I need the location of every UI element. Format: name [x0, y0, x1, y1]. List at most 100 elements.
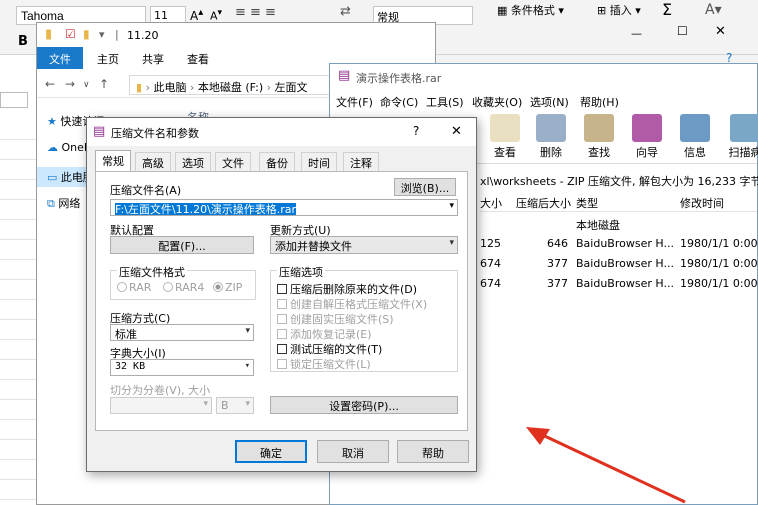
- forward-icon[interactable]: →: [65, 77, 75, 91]
- format-rar4-radio[interactable]: RAR4: [163, 281, 204, 294]
- tab-advanced[interactable]: 高级: [135, 152, 171, 172]
- solid-checkbox[interactable]: 创建固实压缩文件(S): [277, 311, 394, 327]
- update-mode-select[interactable]: 添加并替换文件 ▾: [270, 236, 458, 254]
- nav-network[interactable]: ⧉ 网络: [47, 195, 80, 211]
- qat-dropdown-icon[interactable]: ▾: [99, 28, 105, 41]
- tab-time[interactable]: 时间: [301, 152, 337, 172]
- up-icon[interactable]: ↑: [99, 77, 109, 91]
- table-row[interactable]: 674 377 BaiduBrowser H... 1980/1/1 0:00: [480, 254, 758, 274]
- back-icon[interactable]: ←: [45, 77, 55, 91]
- split-size-select[interactable]: ▾: [110, 397, 212, 414]
- breadcrumb-folder[interactable]: 左面文: [275, 81, 308, 94]
- tab-backup[interactable]: 备份: [259, 152, 295, 172]
- dialog-titlebar: ▤ 压缩文件名和参数 ? ✕: [87, 118, 476, 146]
- menu-help[interactable]: 帮助(H): [580, 94, 619, 110]
- font-shrink-icon[interactable]: A▾: [210, 7, 222, 23]
- scan-button[interactable]: 扫描病: [720, 112, 758, 164]
- insert-button[interactable]: ⊞ 插入 ▾: [597, 2, 641, 18]
- view-button[interactable]: 查看: [480, 112, 530, 164]
- minimize-icon[interactable]: —: [631, 27, 642, 40]
- dialog-title: 压缩文件名和参数: [111, 127, 199, 140]
- file-list-header: 大小 压缩后大小 类型 修改时间: [480, 192, 757, 212]
- close-icon[interactable]: ✕: [715, 24, 726, 39]
- menu-command[interactable]: 命令(C): [380, 94, 418, 110]
- breadcrumb-pc[interactable]: 此电脑: [153, 81, 186, 94]
- winrar-titlebar: ▤ 演示操作表格.rar: [330, 64, 757, 88]
- find-button[interactable]: 查找: [574, 112, 624, 164]
- profiles-button[interactable]: 配置(F)...: [110, 236, 254, 254]
- format-rar-radio[interactable]: RAR: [117, 281, 151, 294]
- menu-tools[interactable]: 工具(S): [426, 94, 464, 110]
- folder-icon: ▮: [45, 27, 53, 42]
- table-row[interactable]: 674 377 BaiduBrowser H... 1980/1/1 0:00: [480, 274, 758, 294]
- set-password-button[interactable]: 设置密码(P)...: [270, 396, 458, 414]
- tab-options[interactable]: 选项: [175, 152, 211, 172]
- general-panel: 压缩文件名(A) 浏览(B)... F:\左面文件\11.20\演示操作表格.r…: [95, 171, 468, 431]
- monitor-icon: ▭: [47, 171, 58, 184]
- properties-icon[interactable]: ☑: [65, 27, 76, 41]
- autosum-icon[interactable]: Σ: [662, 0, 672, 19]
- delete-button[interactable]: 删除: [526, 112, 576, 164]
- wrap-icon[interactable]: ⇄: [340, 4, 351, 19]
- test-checkbox[interactable]: 测试压缩的文件(T): [277, 341, 382, 357]
- recovery-checkbox[interactable]: 添加恢复记录(E): [277, 326, 372, 342]
- winrar-icon: ▤: [338, 68, 351, 83]
- lock-checkbox[interactable]: 锁定压缩文件(L): [277, 356, 371, 372]
- col-type[interactable]: 类型: [576, 195, 598, 211]
- dictionary-select[interactable]: 32 KB ▾: [110, 359, 254, 376]
- dialog-close-icon[interactable]: ✕: [451, 124, 462, 139]
- delete-icon: [536, 114, 566, 142]
- col-modified[interactable]: 修改时间: [680, 195, 724, 211]
- col-size[interactable]: 大小: [480, 195, 502, 211]
- col-packed[interactable]: 压缩后大小: [516, 195, 571, 211]
- info-button[interactable]: 信息: [670, 112, 720, 164]
- help-button[interactable]: 帮助: [397, 440, 469, 463]
- format-group-title: 压缩文件格式: [117, 264, 187, 280]
- explorer-titlebar: ▮ ☑ ▮ ▾ | 11.20 —: [37, 23, 642, 47]
- tab-files[interactable]: 文件: [215, 152, 251, 172]
- tab-home[interactable]: 主页: [97, 51, 119, 67]
- wizard-button[interactable]: 向导: [622, 112, 672, 164]
- menu-options[interactable]: 选项(N): [530, 94, 569, 110]
- menu-file[interactable]: 文件(F): [336, 94, 373, 110]
- table-row[interactable]: 125 646 BaiduBrowser H... 1980/1/1 0:00: [480, 234, 758, 254]
- tab-view[interactable]: 查看: [187, 51, 209, 67]
- recent-icon[interactable]: ∨: [83, 80, 90, 90]
- help-icon[interactable]: ?: [726, 51, 732, 65]
- format-group: 压缩文件格式 RAR RAR4 ZIP: [110, 264, 256, 300]
- bold-button[interactable]: B: [18, 34, 28, 49]
- options-group-title: 压缩选项: [277, 264, 325, 280]
- arrow-shaft: [533, 429, 686, 504]
- star-icon: ★: [47, 115, 57, 128]
- tab-file[interactable]: 文件: [37, 47, 83, 69]
- method-select[interactable]: 标准 ▾: [110, 324, 254, 341]
- browse-button[interactable]: 浏览(B)...: [394, 178, 456, 196]
- breadcrumb-drive[interactable]: 本地磁盘 (F:): [198, 81, 263, 94]
- name-box[interactable]: [0, 92, 28, 108]
- cloud-icon: ☁: [47, 141, 58, 154]
- sfx-checkbox[interactable]: 创建自解压格式压缩文件(X): [277, 296, 427, 312]
- cancel-button[interactable]: 取消: [317, 440, 389, 463]
- format-zip-radio[interactable]: ZIP: [213, 281, 242, 294]
- table-row[interactable]: 本地磁盘: [480, 214, 757, 234]
- sort-filter-icon[interactable]: A▾: [705, 2, 722, 18]
- archive-name-input[interactable]: F:\左面文件\11.20\演示操作表格.rar ▾: [110, 199, 458, 216]
- dialog-help-icon[interactable]: ?: [413, 124, 419, 138]
- delete-after-checkbox[interactable]: 压缩后删除原来的文件(D): [277, 281, 417, 297]
- conditional-format-button[interactable]: ▦ 条件格式 ▾: [497, 2, 564, 18]
- font-grow-icon[interactable]: A▴: [190, 7, 203, 23]
- tab-general[interactable]: 常规: [95, 150, 131, 172]
- winrar-menubar: 文件(F) 命令(C) 工具(S) 收藏夹(O) 选项(N) 帮助(H): [330, 92, 757, 110]
- winrar-icon: ▤: [93, 124, 106, 139]
- winrar-title: 演示操作表格.rar: [356, 72, 442, 85]
- tab-comment[interactable]: 注释: [343, 152, 379, 172]
- split-label: 切分为分卷(V), 大小: [110, 384, 211, 397]
- align-icons[interactable]: ≡ ≡ ≡: [235, 5, 276, 20]
- tab-share[interactable]: 共享: [142, 51, 164, 67]
- title-separator: |: [115, 28, 119, 41]
- split-unit-select[interactable]: B ▾: [216, 397, 254, 414]
- new-folder-icon[interactable]: ▮: [83, 27, 90, 41]
- menu-favorites[interactable]: 收藏夹(O): [472, 94, 522, 110]
- ok-button[interactable]: 确定: [235, 440, 307, 463]
- maximize-icon[interactable]: ☐: [677, 24, 688, 38]
